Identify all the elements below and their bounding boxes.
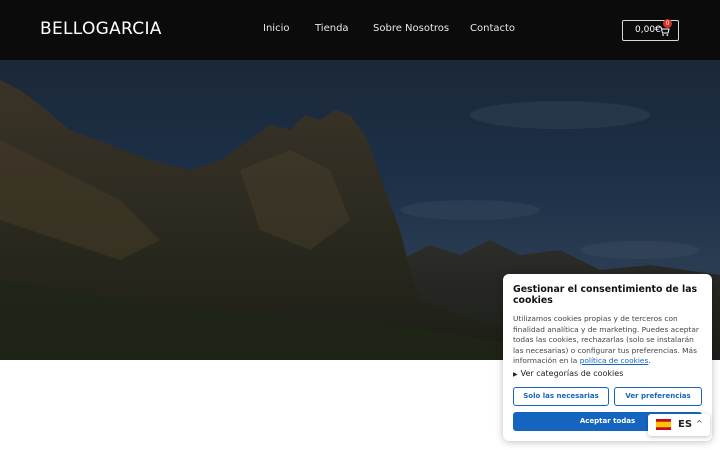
nav-tienda[interactable]: Tienda [315,23,349,34]
cart-button[interactable]: 0,00€ 0 [622,19,679,41]
nav-inicio[interactable]: Inicio [263,23,289,34]
triangle-right-icon: ▶ [513,371,518,378]
cookie-policy-link[interactable]: política de cookies [580,356,649,365]
language-switcher[interactable]: ES ^ [648,414,710,436]
necessary-cookies-button[interactable]: Solo las necesarias [513,387,609,406]
chevron-up-icon: ^ [696,419,703,428]
nav-contacto[interactable]: Contacto [470,23,515,34]
language-code: ES [678,419,693,430]
cookie-categories-label: Ver categorías de cookies [520,369,624,378]
site-header: BELLOGARCIA Inicio Tienda Sobre Nosotros… [0,0,720,60]
view-preferences-button[interactable]: Ver preferencias [614,387,702,406]
main-nav: Inicio Tienda Sobre Nosotros Contacto [0,23,720,39]
cookie-description: Utilizamos cookies propias y de terceros… [513,314,705,367]
cookie-categories-toggle[interactable]: ▶ Ver categorías de cookies [513,369,623,378]
cart-total: 0,00€ [635,25,661,35]
nav-sobre-nosotros[interactable]: Sobre Nosotros [373,23,449,34]
cookie-title: Gestionar el consentimiento de las cooki… [513,284,698,306]
cart-count-badge: 0 [663,19,672,28]
cookie-body-end: . [648,356,651,365]
spain-flag-icon [656,419,671,430]
